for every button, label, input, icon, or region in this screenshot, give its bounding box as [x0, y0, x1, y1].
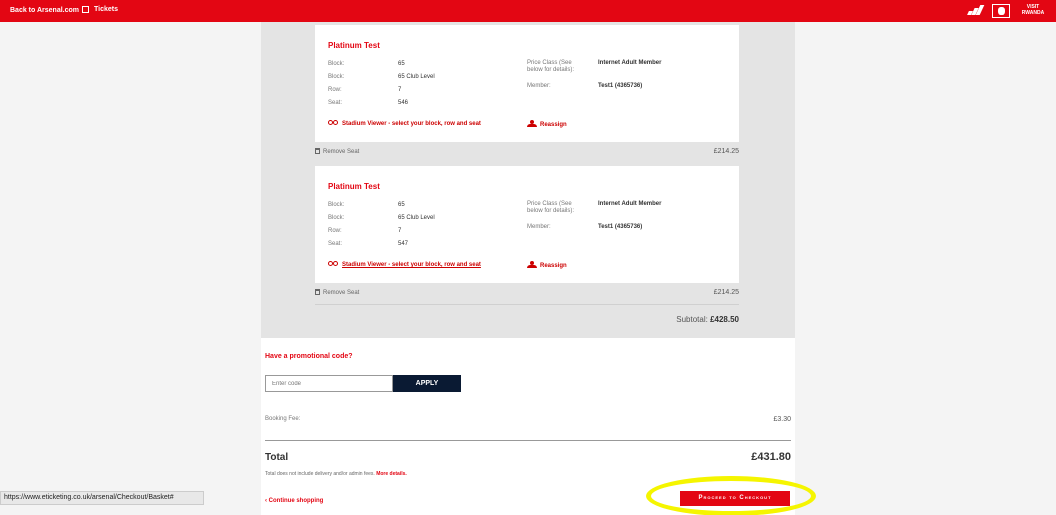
member-value: Test1 (4365736)	[598, 83, 643, 89]
divider	[315, 304, 739, 305]
total-note: Total does not include delivery and/or a…	[265, 471, 407, 477]
trash-icon	[315, 289, 320, 295]
ticket-card: Platinum Test Block: 65 Block: 65 Club Lev…	[315, 166, 739, 283]
ticket-price: £214.25	[713, 289, 739, 296]
status-bar-url: https://www.eticketing.co.uk/arsenal/Che…	[0, 491, 204, 505]
remove-seat-button[interactable]: Remove Seat	[315, 148, 359, 155]
seat-detail-row: Block: 65	[328, 61, 405, 67]
booking-fee-label: Booking Fee:	[265, 416, 301, 422]
ticket-title: Platinum Test	[328, 41, 380, 50]
reassign-link[interactable]: Reassign	[527, 120, 567, 128]
total-value: £431.80	[751, 451, 791, 463]
external-link-icon	[82, 6, 89, 13]
seat-detail-row: Block: 65 Club Level	[328, 74, 435, 80]
member-label: Member:	[527, 224, 551, 230]
seat-detail-row: Row: 7	[328, 87, 402, 93]
back-link-label: Back to Arsenal.com	[10, 7, 79, 14]
seat-detail-row: Row: 7	[328, 228, 402, 234]
booking-fee-value: £3.30	[773, 416, 791, 423]
ticket-title: Platinum Test	[328, 182, 380, 191]
binoculars-icon	[328, 261, 339, 267]
price-class-label: Price Class (See below for details):	[527, 201, 575, 214]
top-bar: Back to Arsenal.com Tickets VISIT RWANDA	[0, 0, 1056, 22]
price-class-value: Internet Adult Member	[598, 60, 662, 66]
adidas-logo	[964, 4, 986, 18]
member-value: Test1 (4365736)	[598, 224, 643, 230]
total-divider	[265, 440, 791, 441]
ticket-price: £214.25	[713, 148, 739, 155]
more-details-link[interactable]: More details.	[376, 471, 407, 477]
price-class-label: Price Class (See below for details):	[527, 60, 575, 73]
seat-detail-row: Block: 65	[328, 202, 405, 208]
stadium-viewer-link[interactable]: Stadium Viewer - select your block, row …	[328, 261, 481, 268]
ticket-card: Platinum Test Block: 65 Block: 65 Club Lev…	[315, 25, 739, 142]
tickets-link[interactable]: Tickets	[94, 6, 118, 13]
promo-code-input[interactable]	[265, 375, 393, 392]
stadium-viewer-link[interactable]: Stadium Viewer - select your block, row …	[328, 120, 481, 127]
seat-detail-row: Seat: 546	[328, 100, 409, 106]
continue-shopping-link[interactable]: ‹ Continue shopping	[265, 498, 323, 504]
seat-detail-row: Block: 65 Club Level	[328, 215, 435, 221]
trash-icon	[315, 148, 320, 154]
back-to-arsenal-link[interactable]: Back to Arsenal.com	[10, 6, 89, 14]
person-icon	[527, 120, 537, 127]
apply-button[interactable]: APPLY	[393, 375, 461, 392]
basket-panel: Platinum Test Block: 65 Block: 65 Club Lev…	[261, 22, 795, 515]
emirates-logo	[992, 4, 1010, 18]
remove-seat-button[interactable]: Remove Seat	[315, 289, 359, 296]
promo-code-title: Have a promotional code?	[265, 353, 353, 360]
basket-items-area: Platinum Test Block: 65 Block: 65 Club Lev…	[261, 22, 795, 338]
price-class-value: Internet Adult Member	[598, 201, 662, 207]
seat-detail-row: Seat: 547	[328, 241, 409, 247]
member-label: Member:	[527, 83, 551, 89]
binoculars-icon	[328, 120, 339, 126]
total-label: Total	[265, 452, 289, 463]
subtotal: Subtotal: £428.50	[676, 315, 739, 324]
person-icon	[527, 261, 537, 268]
proceed-to-checkout-button[interactable]: Proceed to Checkout	[680, 491, 790, 506]
visit-rwanda-logo: VISIT RWANDA	[1021, 4, 1045, 16]
reassign-link[interactable]: Reassign	[527, 261, 567, 269]
